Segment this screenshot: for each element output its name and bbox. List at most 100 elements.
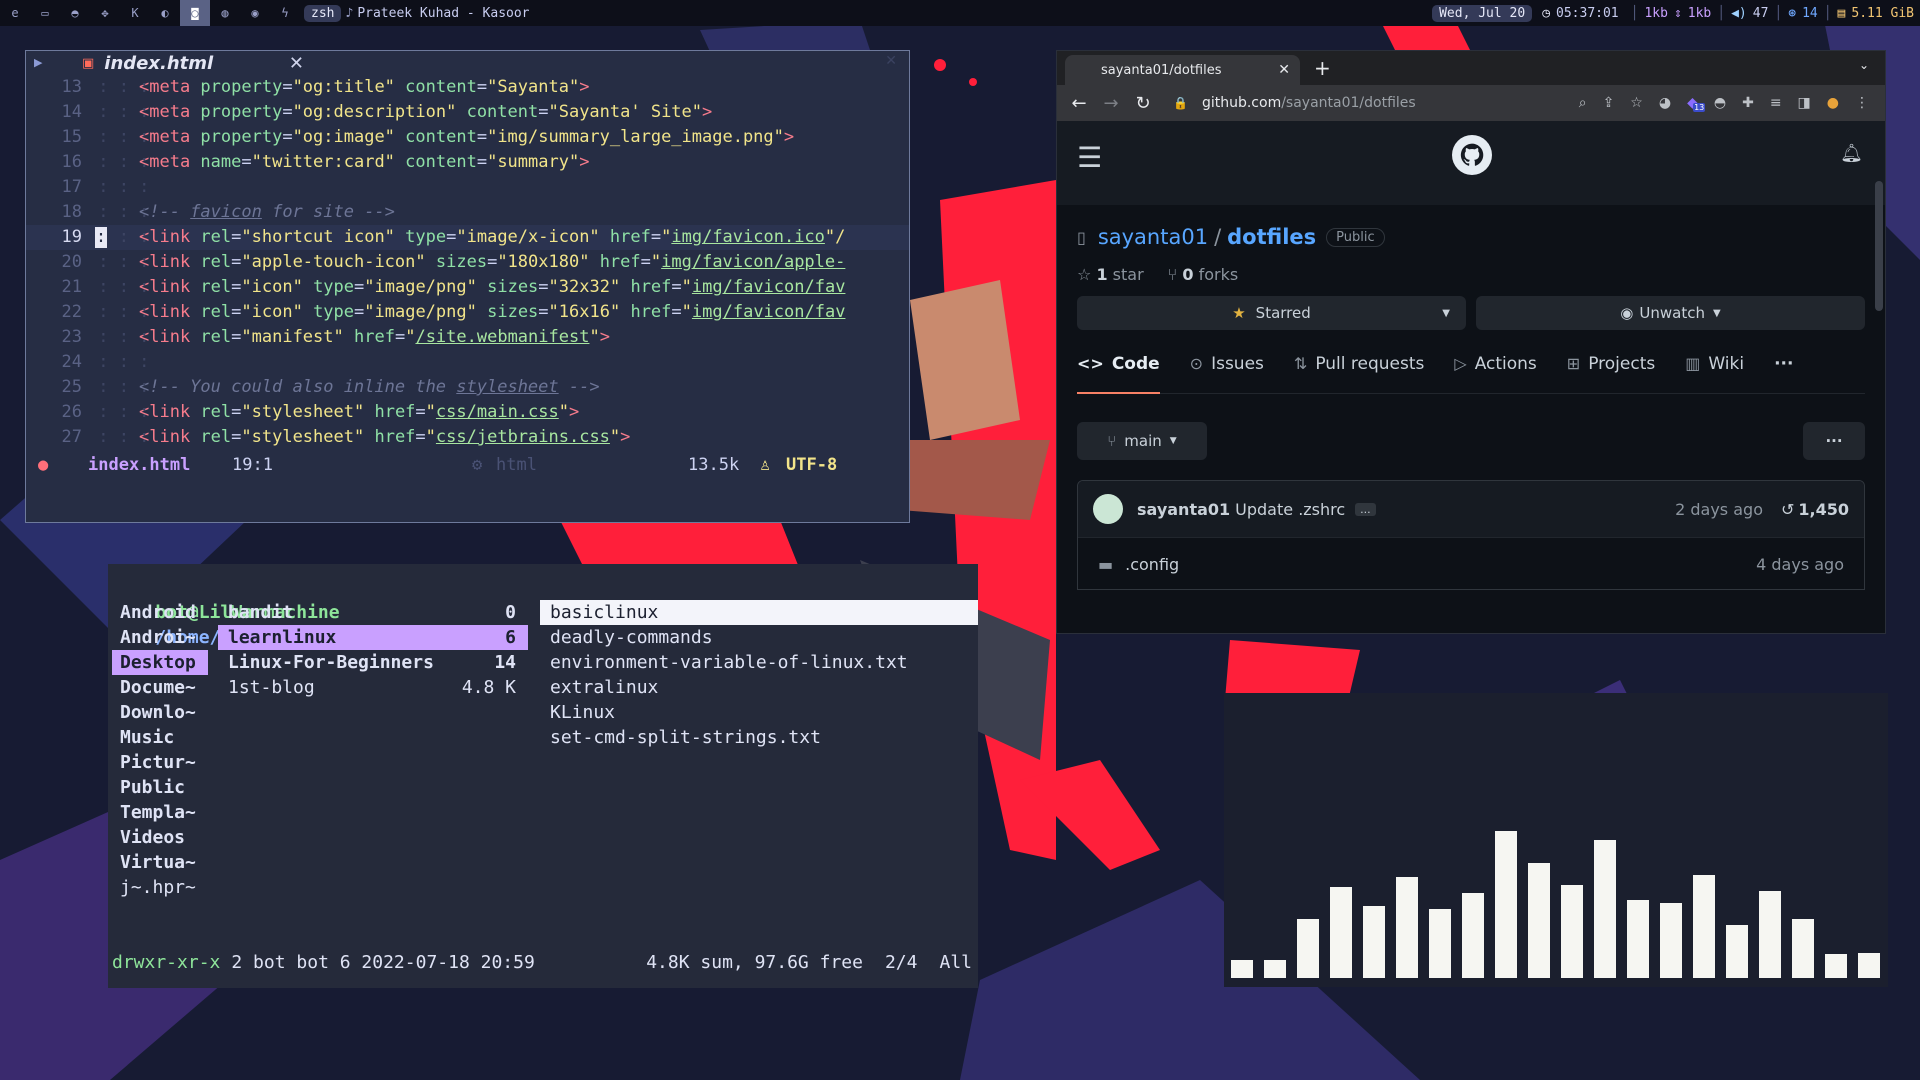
browser-menu-icon[interactable]: ⋮ [1855, 95, 1869, 111]
puzzle-extensions-icon[interactable]: ✚ [1742, 95, 1754, 111]
workspace-3-icon[interactable]: ◓ [60, 0, 90, 26]
updates-count[interactable]: 14 [1802, 6, 1818, 21]
commit-count[interactable]: 1,450 [1798, 500, 1849, 519]
parent-dir-item[interactable]: Videos [112, 825, 208, 850]
parent-dir-item[interactable]: Desktop [112, 650, 208, 675]
parent-dir-item[interactable]: Virtua~ [112, 850, 208, 875]
repo-name-link[interactable]: dotfiles [1227, 225, 1316, 249]
commit-expand-button[interactable]: ... [1355, 502, 1376, 516]
unwatch-button[interactable]: ◉ Unwatch ▼ [1476, 296, 1865, 330]
tab-pull-requests[interactable]: ⇅ Pull requests [1294, 354, 1424, 394]
zoom-icon[interactable]: ⌕ [1579, 95, 1587, 111]
tab-search-chevron-icon[interactable]: ⌄ [1859, 58, 1869, 72]
dir-item[interactable]: 1st-blog 4.8 K [218, 675, 528, 700]
media-queue-icon[interactable]: ≡ [1770, 95, 1782, 111]
bookmark-star-icon[interactable]: ☆ [1630, 95, 1643, 111]
code-line[interactable]: 13 : : : <meta property = "og:title" conten… [26, 75, 909, 100]
commit-author[interactable]: sayanta01 [1137, 500, 1230, 519]
code-area[interactable]: 13 : : : <meta property = "og:title" conten… [26, 75, 909, 450]
terminal-file-manager[interactable]: bot@LilWarmachine /home/bot/Desktop/lear… [108, 564, 978, 988]
more-tabs-button[interactable]: ··· [1774, 354, 1793, 394]
code-line[interactable]: 18 : : : <!-- favicon for site --> [26, 200, 909, 225]
tab-code[interactable]: <> Code [1077, 354, 1160, 394]
starred-button[interactable]: ★ Starred ▼ [1077, 296, 1466, 330]
parent-dir-item[interactable]: j~.hpr~ [112, 875, 208, 900]
tab-wiki[interactable]: ▥ Wiki [1685, 354, 1744, 394]
preview-item[interactable]: deadly-commands [540, 625, 978, 650]
preview-item[interactable]: extralinux [540, 675, 978, 700]
workspace-10-icon[interactable]: ϟ [270, 0, 300, 26]
code-line[interactable]: 16 : : : <meta name = "twitter:card" conten… [26, 150, 909, 175]
dir-item[interactable]: learnlinux 6 [218, 625, 528, 650]
workspace-9-icon[interactable]: ◉ [240, 0, 270, 26]
parent-dir-item[interactable]: Public [112, 775, 208, 800]
hamburger-menu-icon[interactable]: ☰ [1077, 141, 1102, 174]
code-line[interactable]: 27 : : : <link rel = "stylesheet" href = " css… [26, 425, 909, 450]
workspace-7-icon[interactable]: ◙ [180, 0, 210, 26]
profile-avatar[interactable]: ● [1827, 95, 1839, 111]
tab-projects[interactable]: ⊞ Projects [1567, 354, 1655, 394]
preview-item[interactable]: basiclinux [540, 600, 978, 625]
preview-item[interactable]: environment-variable-of-linux.txt [540, 650, 978, 675]
close-tab-icon[interactable]: ✕ [1278, 62, 1290, 78]
browser-window[interactable]: sayanta01/dotfiles ✕ + ⌄ ← → ↻ 🔒 github.… [1056, 50, 1886, 634]
share-icon[interactable]: ⇪ [1603, 95, 1615, 111]
code-line[interactable]: 24 : : : [26, 350, 909, 375]
tab-actions[interactable]: ▷ Actions [1454, 354, 1536, 394]
code-line[interactable]: 23 : : : <link rel = "manifest" href = "/site… [26, 325, 909, 350]
workspace-2-icon[interactable]: ▭ [30, 0, 60, 26]
code-line[interactable]: 20 : : : <link rel = "apple-touch-icon" siz… [26, 250, 909, 275]
notification-bell-icon[interactable]: 🔔︎ [1840, 143, 1863, 164]
workspace-5-icon[interactable]: K [120, 0, 150, 26]
workspace-4-icon[interactable]: ✥ [90, 0, 120, 26]
repo-owner-link[interactable]: sayanta01 [1098, 225, 1208, 249]
side-panel-icon[interactable]: ◨ [1798, 95, 1811, 111]
preview-item[interactable]: KLinux [540, 700, 978, 725]
new-tab-icon[interactable]: + [1314, 56, 1331, 80]
now-playing[interactable]: Prateek Kuhad - Kasoor [357, 6, 529, 21]
tab-issues[interactable]: ⊙ Issues [1190, 354, 1264, 394]
author-avatar[interactable] [1093, 494, 1123, 524]
dir-item[interactable]: bandit 0 [218, 600, 528, 625]
more-options-button[interactable]: ··· [1803, 422, 1865, 460]
close-tab-icon[interactable]: ✕ [289, 53, 304, 74]
forks-link[interactable]: ⑂ 0 forks [1168, 265, 1239, 284]
scrollbar[interactable] [1875, 181, 1883, 311]
file-row[interactable]: ▬ .config 4 days ago [1078, 537, 1864, 589]
parent-dir-item[interactable]: Music [112, 725, 208, 750]
parent-dir-item[interactable]: Android [112, 600, 208, 625]
branch-selector[interactable]: ⑂ main ▼ [1077, 422, 1207, 460]
caret-right-icon[interactable]: ▶ [34, 56, 42, 69]
parent-dir-item[interactable]: Docume~ [112, 675, 208, 700]
stars-link[interactable]: ☆ 1 star [1077, 265, 1144, 284]
workspace-1-icon[interactable]: e [0, 0, 30, 26]
address-bar[interactable]: github.com/sayanta01/dotfiles [1202, 95, 1416, 111]
close-window-icon[interactable]: ✕ [885, 53, 897, 69]
code-editor-window[interactable]: ▶ ▣ index.html ✕ ✕ 13 : : : <meta propert… [25, 50, 910, 523]
code-line[interactable]: 15 : : : <meta property = "og:image" conten… [26, 125, 909, 150]
parent-dir-item[interactable]: Templa~ [112, 800, 208, 825]
code-line[interactable]: 14 : : : <meta property = "og:description" … [26, 100, 909, 125]
file-name[interactable]: .config [1125, 555, 1179, 574]
parent-dir-item[interactable]: Downlo~ [112, 700, 208, 725]
workspace-6-icon[interactable]: ◐ [150, 0, 180, 26]
code-line[interactable]: 25 : : : <!-- You could also inline the s… [26, 375, 909, 400]
browser-tab[interactable]: sayanta01/dotfiles ✕ [1065, 55, 1300, 85]
caret-down-icon[interactable]: ▼ [1442, 308, 1450, 319]
forward-arrow-icon[interactable]: → [1095, 93, 1127, 114]
code-line[interactable]: 21 : : : <link rel = "icon" type = "image/png… [26, 275, 909, 300]
code-line[interactable]: 22 : : : <link rel = "icon" type = "image/png… [26, 300, 909, 325]
parent-dir-item[interactable]: Pictur~ [112, 750, 208, 775]
volume-level[interactable]: 47 [1753, 6, 1769, 21]
commit-message[interactable]: Update .zshrc [1235, 500, 1345, 519]
reload-icon[interactable]: ↻ [1127, 93, 1159, 114]
code-line[interactable]: 17 : : : [26, 175, 909, 200]
editor-tab-index-html[interactable]: ▣ index.html ✕ [82, 51, 304, 75]
extension-dark-icon[interactable]: ◓ [1714, 95, 1726, 111]
preview-item[interactable]: set-cmd-split-strings.txt [540, 725, 978, 750]
dir-item[interactable]: Linux-For-Beginners 14 [218, 650, 528, 675]
extension-badge-icon[interactable]: ◆13 [1687, 95, 1706, 112]
workspace-8-icon[interactable]: ◍ [210, 0, 240, 26]
code-line[interactable]: 19 : : :: <link rel = "shortcut icon" type =… [26, 225, 909, 250]
code-line[interactable]: 26 : : : <link rel = "stylesheet" href = " css… [26, 400, 909, 425]
